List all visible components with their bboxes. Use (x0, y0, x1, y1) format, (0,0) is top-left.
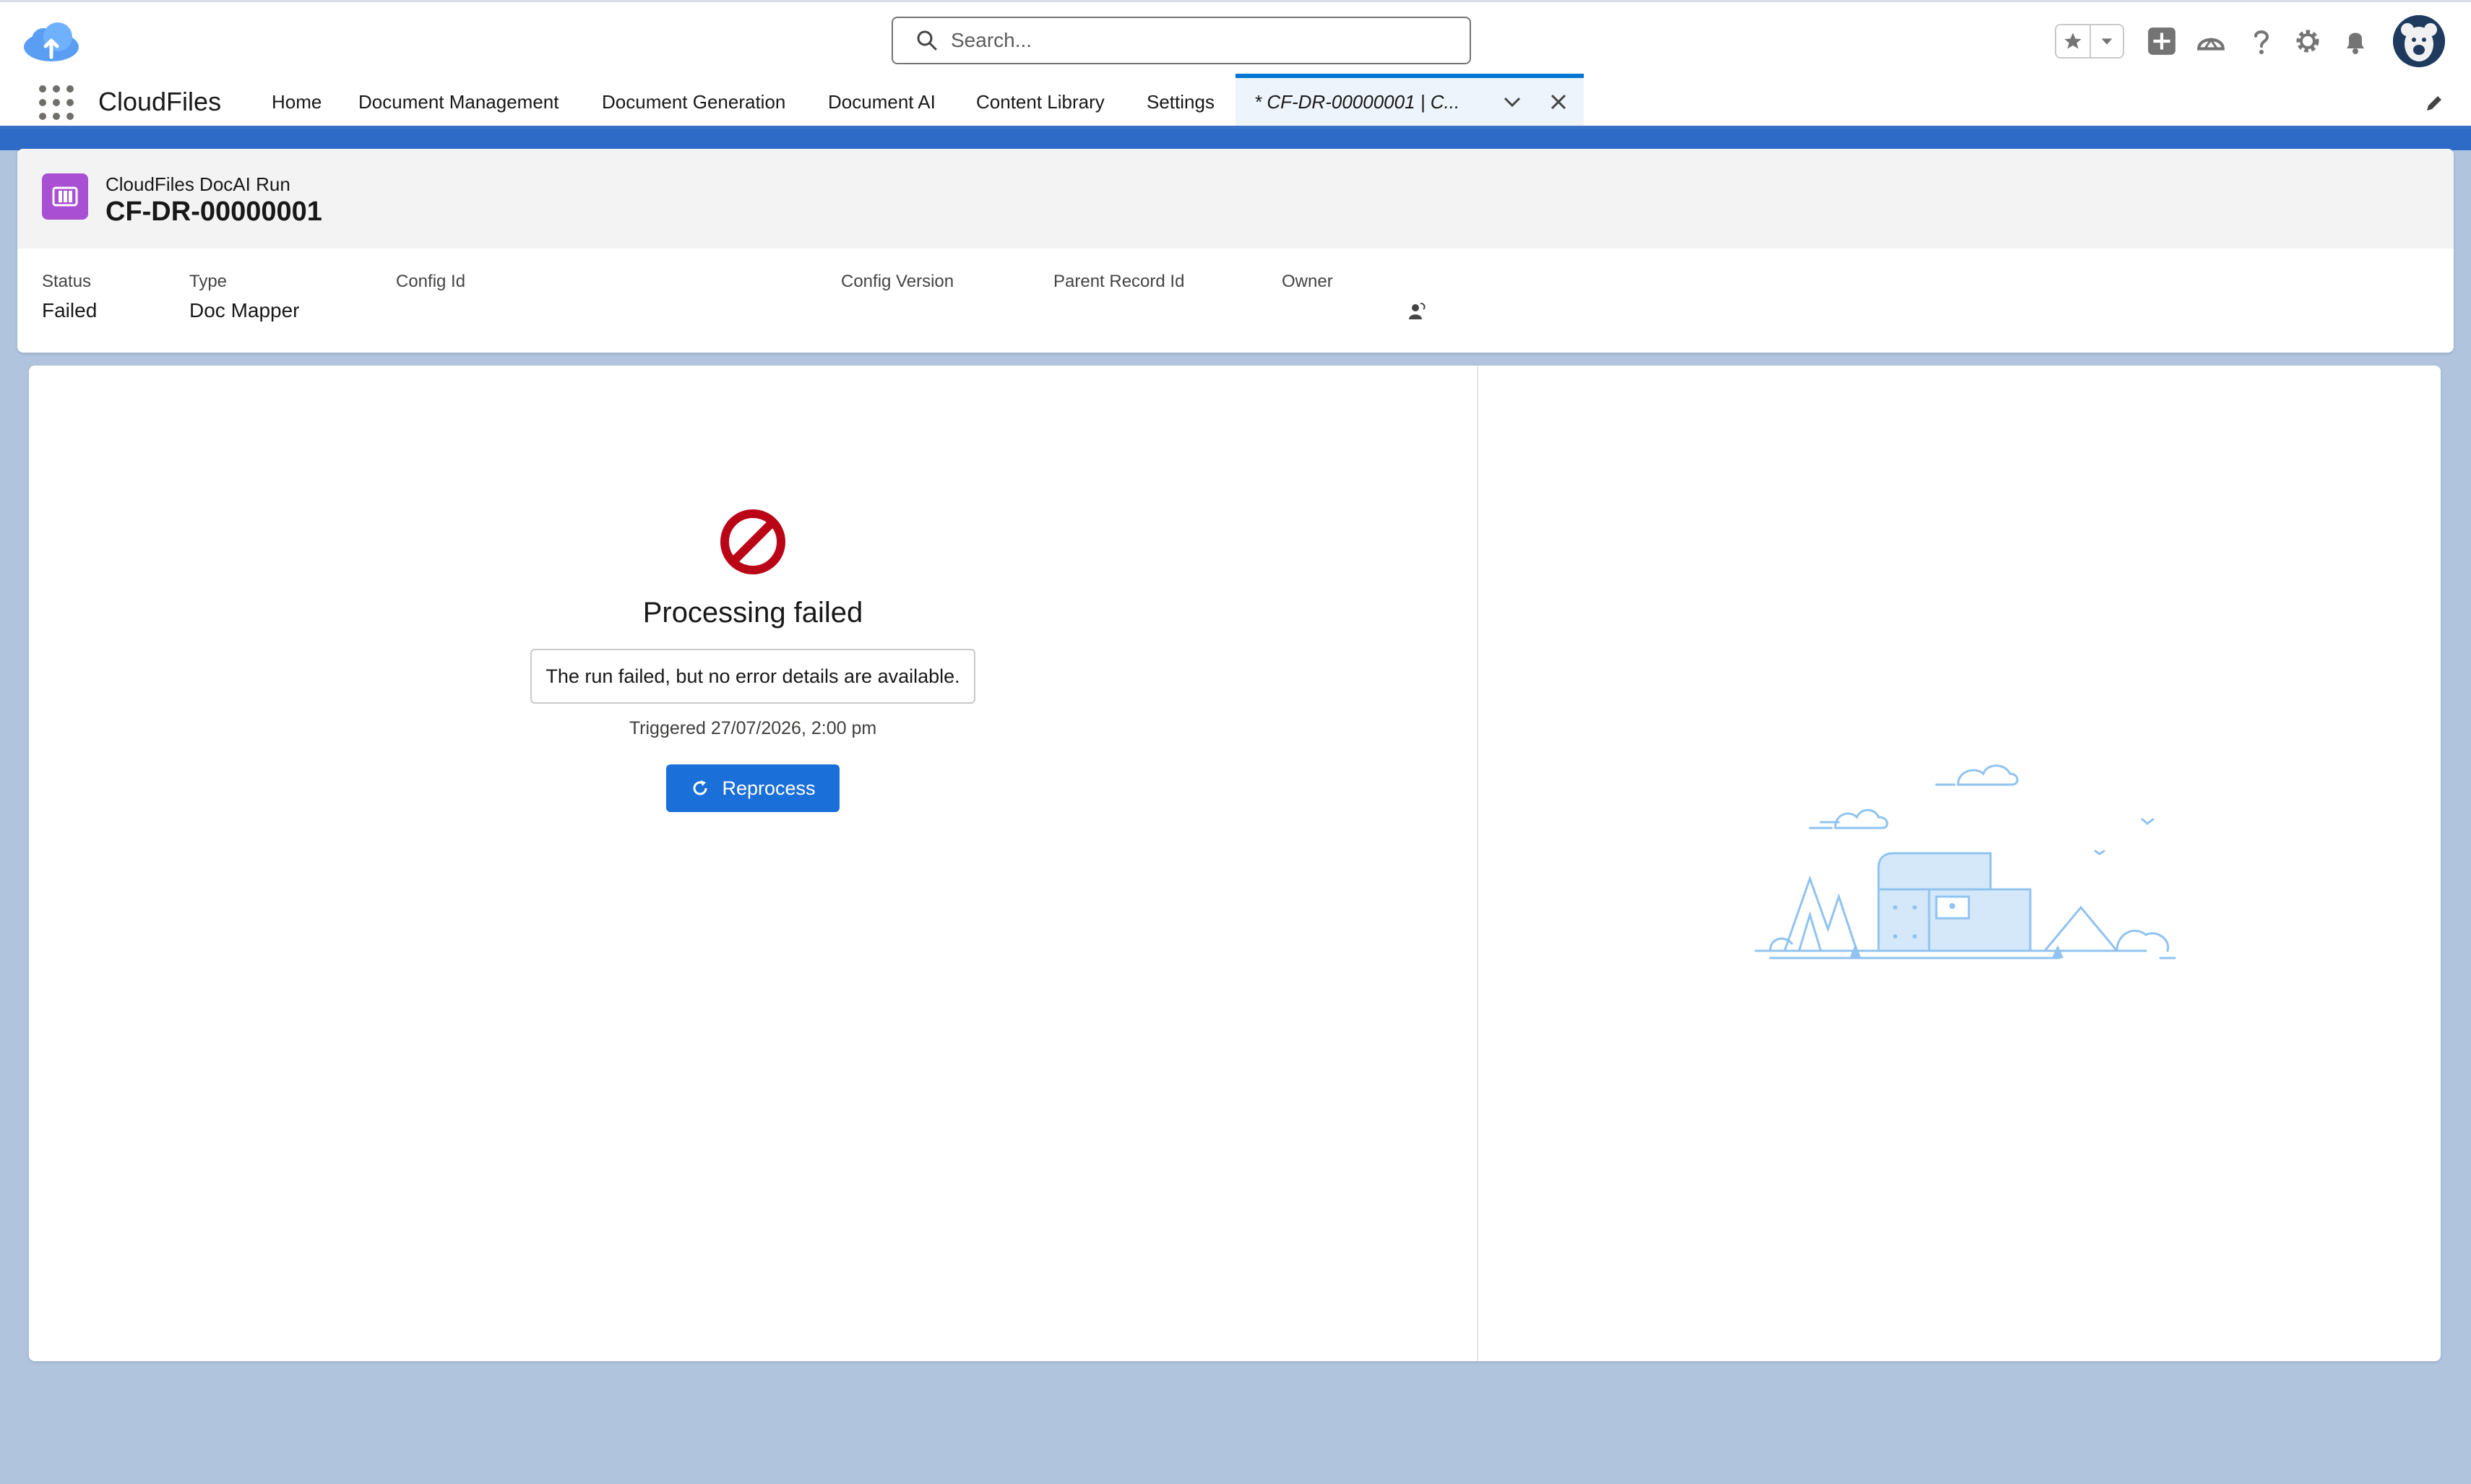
plus-icon[interactable] (2144, 24, 2179, 59)
reprocess-label: Reprocess (722, 777, 816, 799)
processing-status-title: Processing failed (642, 597, 863, 629)
tab-record-cf-dr-00000001[interactable]: * CF-DR-00000001 | C... (1236, 74, 1584, 126)
reprocess-button[interactable]: Reprocess (666, 764, 840, 812)
empty-state-treasure-chest-illustration (1754, 764, 2176, 959)
trailhead-icon[interactable] (2194, 24, 2228, 59)
global-search[interactable] (892, 17, 1471, 64)
field-label: Parent Record Id (1053, 272, 1185, 291)
app-nav-bar: CloudFiles Home Document Management Docu… (0, 74, 2471, 129)
change-owner-icon[interactable] (1406, 301, 1428, 322)
field-config-version: Config Version (841, 272, 954, 299)
nav-item-document-ai[interactable]: Document AI (828, 91, 936, 113)
field-config-id: Config Id (396, 272, 465, 299)
field-label: Status (42, 272, 92, 291)
nav-item-home[interactable]: Home (272, 91, 322, 113)
nav-item-document-management[interactable]: Document Management (358, 91, 559, 113)
field-label: Type (189, 272, 228, 291)
field-type: Type Doc Mapper (189, 272, 300, 322)
field-parent-record-id: Parent Record Id (1053, 272, 1184, 299)
search-icon (917, 30, 937, 51)
bell-icon[interactable] (2338, 24, 2373, 59)
field-value: Failed (42, 299, 98, 322)
nav-item-settings[interactable]: Settings (1147, 91, 1215, 113)
record-header-top: CloudFiles DocAI Run CF-DR-00000001 (17, 149, 2454, 249)
chevron-down-icon[interactable] (1500, 90, 1525, 114)
field-label: Config Id (396, 272, 466, 291)
field-label: Owner (1282, 272, 1333, 291)
no-entry-icon (720, 509, 785, 574)
record-title: CF-DR-00000001 (105, 197, 322, 227)
tab-label: * CF-DR-00000001 | C... (1254, 91, 1460, 113)
nav-item-document-generation[interactable]: Document Generation (602, 91, 785, 113)
cloudfiles-logo-icon[interactable] (22, 21, 81, 64)
gear-icon[interactable] (2290, 24, 2325, 59)
triggered-timestamp: Triggered 27/07/2026, 2:00 pm (629, 718, 877, 738)
docai-run-panel: Processing failed The run failed, but no… (29, 366, 2441, 1361)
record-object-type: CloudFiles DocAI Run (105, 173, 290, 195)
field-label: Config Version (841, 272, 954, 291)
error-message-box: The run failed, but no error details are… (530, 649, 975, 704)
pencil-icon[interactable] (2423, 92, 2445, 114)
bear-avatar-icon[interactable] (2393, 15, 2445, 67)
question-icon[interactable] (2244, 24, 2279, 59)
record-highlights-panel: CloudFiles DocAI Run CF-DR-00000001 Stat… (17, 149, 2454, 353)
app-name: CloudFiles (98, 87, 222, 116)
global-header (0, 0, 2471, 74)
panel-divider (1477, 366, 1478, 1361)
search-input[interactable] (951, 29, 1384, 52)
favorites-group[interactable] (2055, 24, 2124, 59)
chevron-down-icon[interactable] (2090, 25, 2123, 57)
field-status: Status Failed (42, 272, 97, 322)
app-launcher-icon[interactable] (39, 85, 74, 120)
nav-item-content-library[interactable]: Content Library (976, 91, 1105, 113)
field-value: Doc Mapper (189, 299, 300, 322)
refresh-icon (693, 780, 707, 795)
star-icon[interactable] (2056, 25, 2090, 57)
field-owner: Owner (1282, 272, 1333, 299)
close-icon[interactable] (1546, 90, 1571, 114)
page-banner (0, 129, 2471, 150)
docai-run-icon (42, 173, 88, 220)
